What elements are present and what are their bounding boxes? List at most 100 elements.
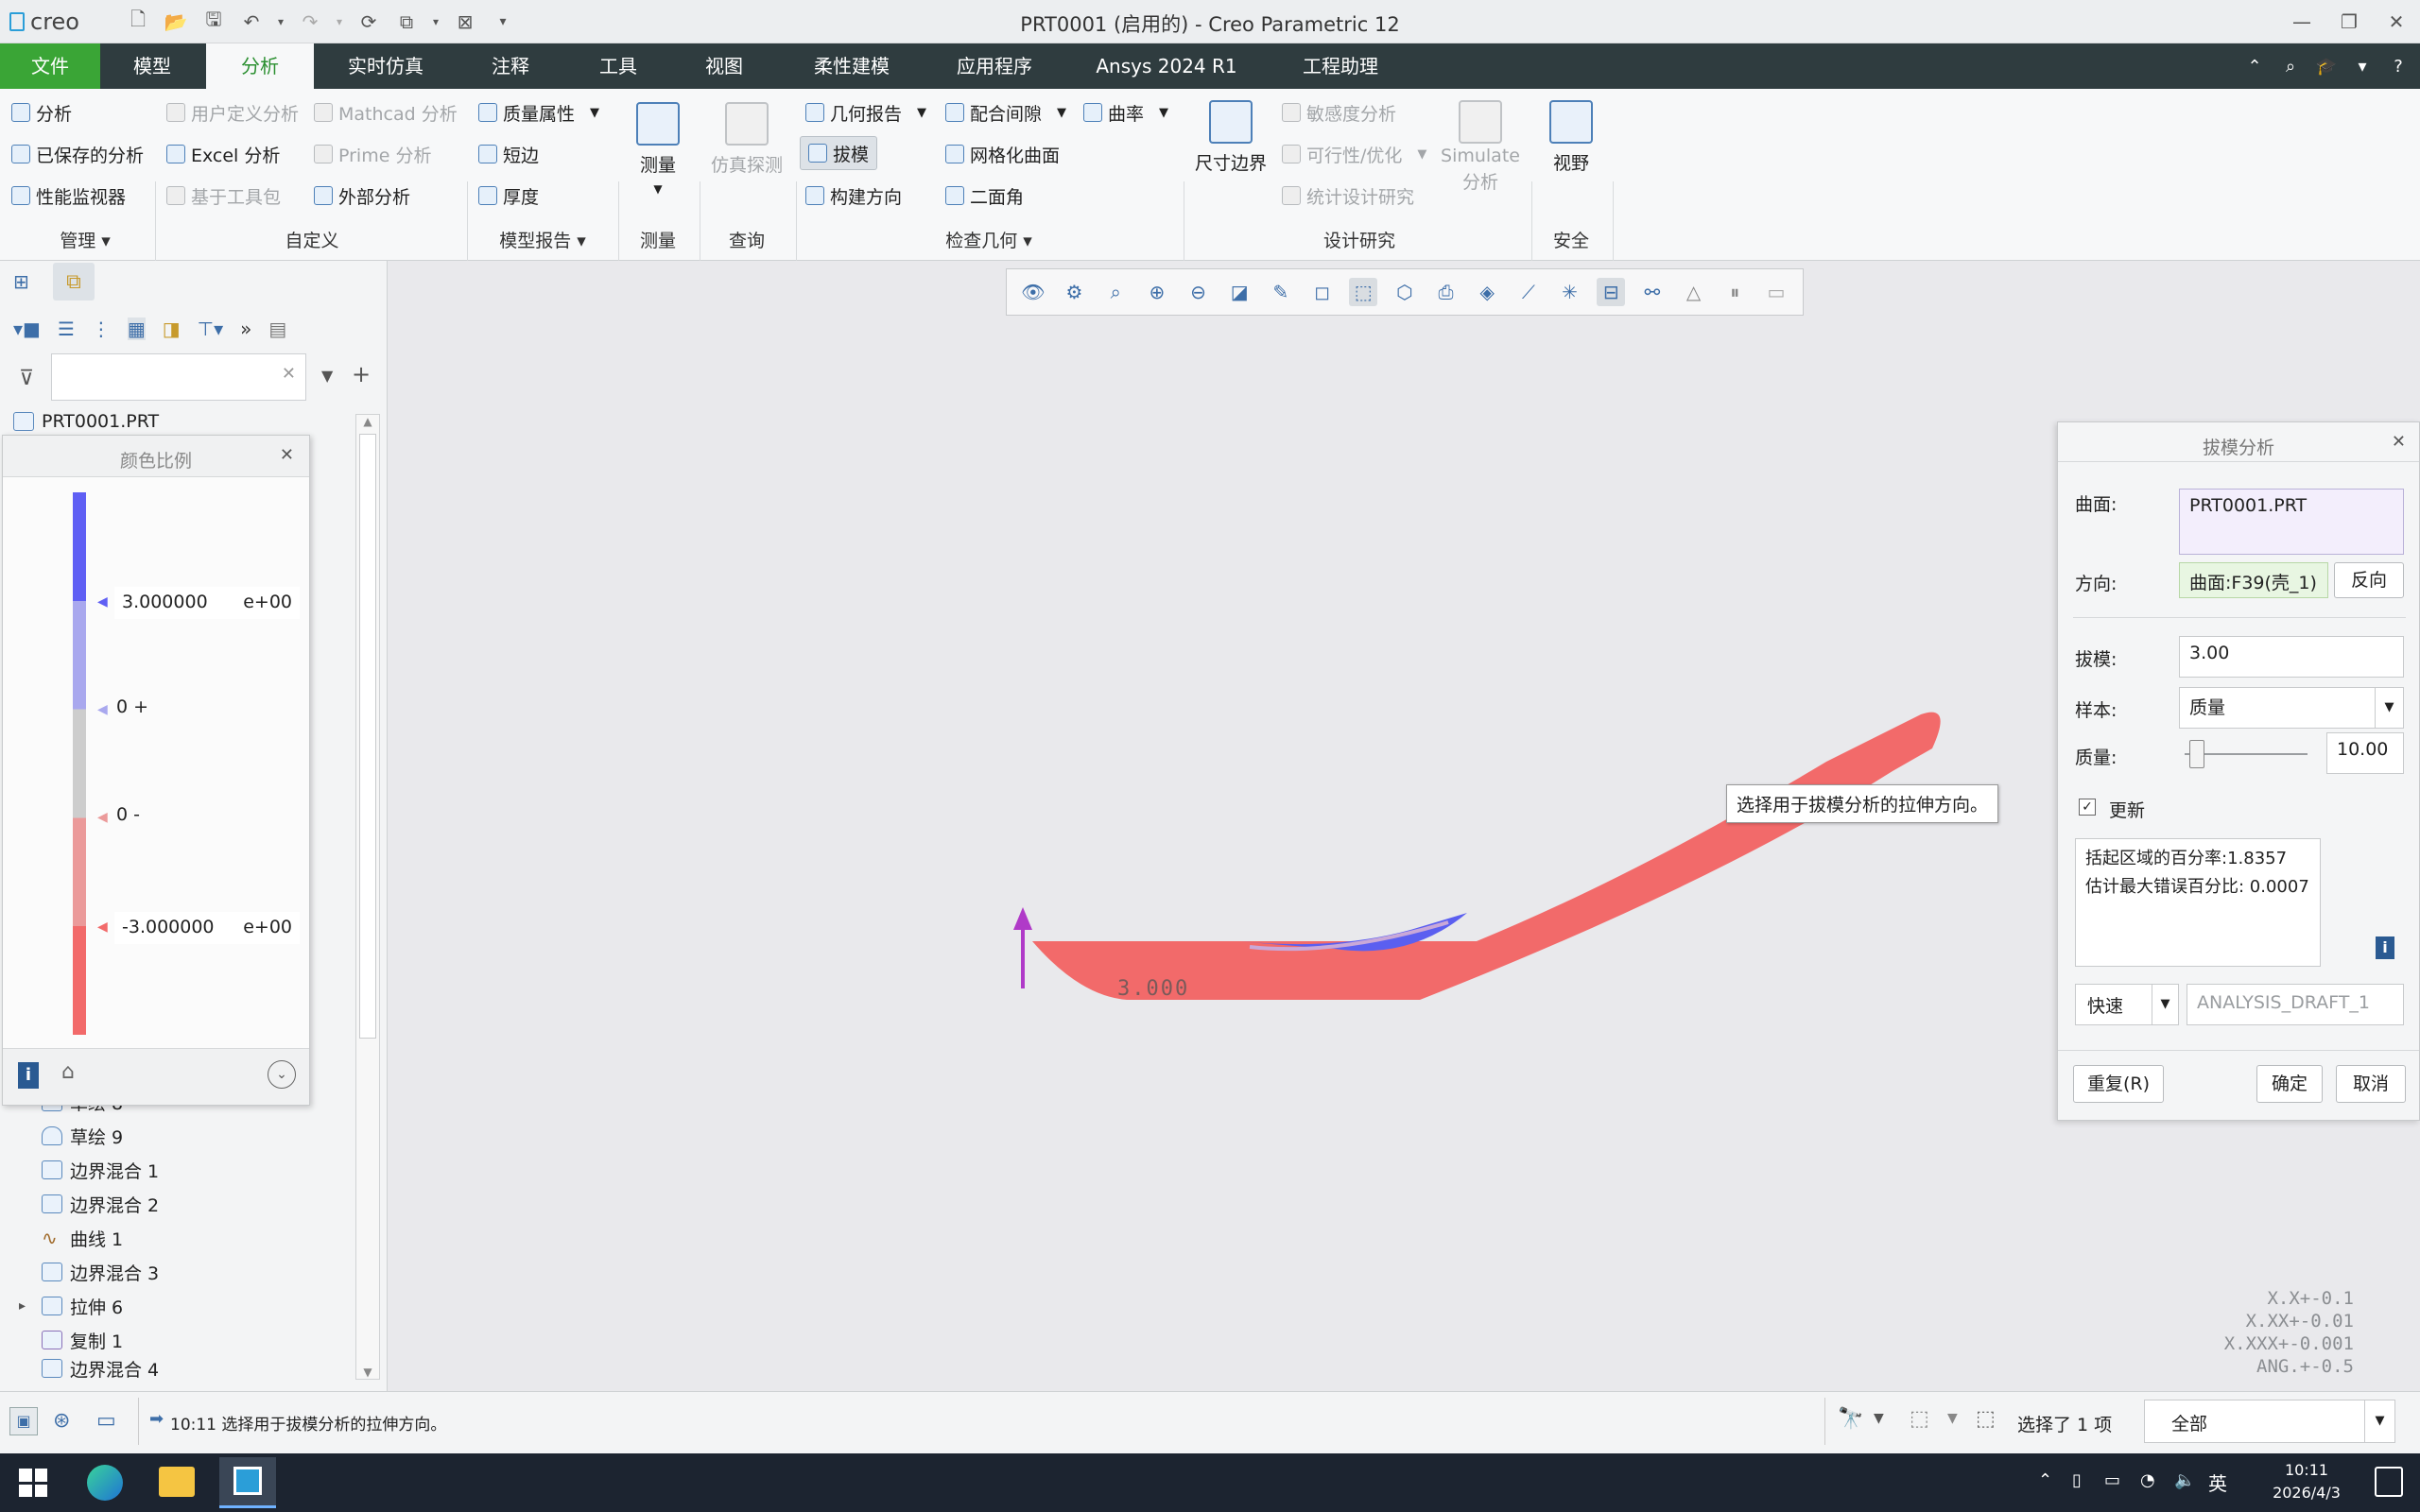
fullscreen-icon[interactable]: ▭ (96, 1409, 116, 1433)
scale-max-field[interactable]: 3.000000 e+00 (114, 587, 300, 619)
saved-analysis-button[interactable]: 已保存的分析 (11, 140, 144, 168)
tab-model[interactable]: 模型 (100, 43, 204, 89)
find-icon[interactable]: 🔭 (1838, 1407, 1863, 1431)
appearance-icon[interactable]: ⊟ (1597, 278, 1626, 306)
mathcad-analysis-button[interactable]: Mathcad 分析 (314, 98, 458, 127)
edge-browser-icon[interactable] (87, 1465, 123, 1501)
more-icon[interactable]: » (240, 318, 251, 340)
browser-toggle-icon[interactable]: ⊛ (53, 1409, 70, 1433)
model-tree-tab-icon[interactable]: ⊞ (13, 270, 29, 293)
pause-icon[interactable]: ⏸ (1720, 278, 1749, 306)
view-camera-icon[interactable]: ⎙ (1432, 278, 1461, 306)
tree-columns-icon[interactable]: ⋮ (92, 318, 111, 340)
tree-item[interactable]: 拉伸 6 (42, 1291, 123, 1321)
mode-select[interactable]: 快速 ▼ (2075, 984, 2179, 1025)
tab-tools[interactable]: 工具 (571, 43, 666, 89)
usb-icon[interactable]: ▯ (2072, 1470, 2082, 1490)
csys-display-icon[interactable]: △ (1680, 278, 1708, 306)
mass-properties-button[interactable]: 质量属性 ▼ (478, 98, 599, 127)
surface-collector[interactable]: PRT0001.PRT (2179, 489, 2404, 555)
windows-start-icon[interactable] (19, 1469, 47, 1497)
collapse-ribbon-icon[interactable]: ⌃ (2242, 57, 2267, 77)
group-inspect-geometry[interactable]: 检查几何 ▾ (923, 227, 1055, 252)
marker-arrow-icon[interactable]: ◀ (97, 594, 108, 610)
build-direction-button[interactable]: 构建方向 (805, 181, 902, 210)
draft-angle-input[interactable]: 3.00 (2179, 636, 2404, 678)
direction-collector[interactable]: 曲面:F39(壳_1) (2179, 562, 2328, 598)
flip-direction-button[interactable]: 反向 (2334, 562, 2404, 598)
named-views-icon[interactable]: ⬡ (1391, 278, 1419, 306)
tree-scrollbar[interactable]: ▲ ▼ (355, 414, 380, 1380)
chevron-down-icon[interactable]: ▼ (2152, 985, 2178, 1024)
annotation-display-icon[interactable]: ✳ (1556, 278, 1584, 306)
view-visibility-icon[interactable]: 👁 (1019, 278, 1047, 306)
marker-arrow-icon[interactable]: ◀ (97, 919, 108, 935)
chevron-down-icon[interactable]: ▼ (2364, 1400, 2394, 1442)
display-dropdown-icon[interactable]: ▾■ (13, 318, 41, 340)
add-icon[interactable]: + (352, 361, 371, 387)
tray-expand-icon[interactable]: ⌃ (2038, 1470, 2052, 1490)
mating-clearance-button[interactable]: 配合间隙 ▼ (945, 98, 1066, 127)
zoom-out-icon[interactable]: ⊖ (1184, 278, 1213, 306)
scroll-down-icon[interactable]: ▼ (356, 1366, 379, 1379)
tree-filter-icon[interactable]: ☰ (58, 318, 75, 340)
tree-show-icon[interactable]: ◨ (163, 318, 181, 340)
refit-icon[interactable]: ⌕ (1101, 278, 1130, 306)
quality-slider-thumb[interactable] (2188, 740, 2204, 768)
tree-item[interactable]: 边界混合 3 (42, 1257, 159, 1287)
tab-engineering-assistant[interactable]: 工程助理 (1286, 43, 1395, 89)
minimize-icon[interactable]: — (2278, 0, 2325, 43)
dihedral-angle-button[interactable]: 二面角 (945, 181, 1024, 210)
selection-box-icon[interactable]: ⬚ (1910, 1407, 1929, 1431)
chevron-down-icon[interactable]: ▼ (1874, 1411, 1884, 1426)
analysis-name-input[interactable]: ANALYSIS_DRAFT_1 (2187, 984, 2404, 1025)
help-icon[interactable]: ? (2386, 57, 2411, 77)
info-icon[interactable]: i (18, 1062, 39, 1089)
tree-item[interactable]: 草绘 9 (42, 1121, 123, 1151)
learning-icon[interactable]: 🎓 (2314, 57, 2339, 77)
tree-item[interactable]: 边界混合 2 (42, 1189, 159, 1219)
tab-file[interactable]: 文件 (0, 43, 100, 89)
tab-annotate[interactable]: 注释 (463, 43, 558, 89)
file-explorer-icon[interactable] (159, 1467, 195, 1497)
ok-button[interactable]: 确定 (2256, 1065, 2323, 1103)
close-icon[interactable]: ✕ (2392, 432, 2406, 452)
home-icon[interactable]: ⌂ (61, 1060, 75, 1084)
creo-taskbar-button[interactable] (219, 1457, 276, 1508)
model-surface-negative-draft[interactable] (1032, 712, 1941, 1000)
excel-analysis-button[interactable]: Excel 分析 (166, 140, 280, 168)
clear-search-icon[interactable]: ✕ (282, 364, 296, 384)
scale-min-field[interactable]: -3.000000 e+00 (114, 912, 300, 944)
annotation-toggle-icon[interactable]: ▭ (1762, 278, 1790, 306)
marker-arrow-icon[interactable]: ◀ (97, 810, 108, 825)
chevron-down-icon[interactable]: ▼ (1947, 1411, 1958, 1426)
volume-icon[interactable]: 🔈 (2174, 1470, 2195, 1490)
clock[interactable]: 10:11 2026/4/3 (2250, 1459, 2363, 1504)
simulation-probe-button[interactable]: 仿真探测 (707, 102, 786, 177)
thickness-button[interactable]: 厚度 (478, 181, 539, 210)
ime-indicator[interactable]: 英 (2208, 1469, 2227, 1496)
battery-icon[interactable]: ▭ (2104, 1470, 2120, 1490)
tab-view[interactable]: 视图 (677, 43, 771, 89)
performance-monitor-button[interactable]: 性能监视器 (11, 181, 126, 210)
statistical-design-study-button[interactable]: 统计设计研究 (1282, 181, 1414, 210)
saved-orientations-icon[interactable]: ⬚ (1349, 278, 1378, 306)
tab-ansys[interactable]: Ansys 2024 R1 (1083, 43, 1250, 89)
dimension-boundary-button[interactable]: 尺寸边界 (1191, 100, 1270, 175)
prime-analysis-button[interactable]: Prime 分析 (314, 140, 431, 168)
feasibility-optimization-button[interactable]: 可行性/优化 ▼ (1282, 140, 1426, 168)
tab-applications[interactable]: 应用程序 (936, 43, 1053, 89)
restore-icon[interactable]: ❐ (2325, 0, 2373, 43)
datum-display-icon[interactable]: ⟋ (1514, 278, 1543, 306)
toolkit-based-button[interactable]: 基于工具包 (166, 181, 281, 210)
layer-tree-tab-icon[interactable]: ⧉ (53, 263, 95, 301)
navigator-toggle-icon[interactable]: ▣ (9, 1407, 38, 1435)
network-icon[interactable]: ◔ (2140, 1470, 2155, 1490)
user-defined-analysis-button[interactable]: 用户定义分析 (166, 98, 299, 127)
filter-dropdown-icon[interactable]: ▼ (321, 367, 333, 385)
geometry-report-button[interactable]: 几何报告 ▼ (805, 98, 926, 127)
options-dropdown-icon[interactable]: ▾ (2350, 57, 2375, 77)
simulate-analysis-button[interactable]: Simulate 分析 (1433, 100, 1528, 194)
field-of-view-button[interactable]: 视野 (1539, 100, 1603, 175)
mesh-surface-button[interactable]: 网格化曲面 (945, 140, 1060, 168)
